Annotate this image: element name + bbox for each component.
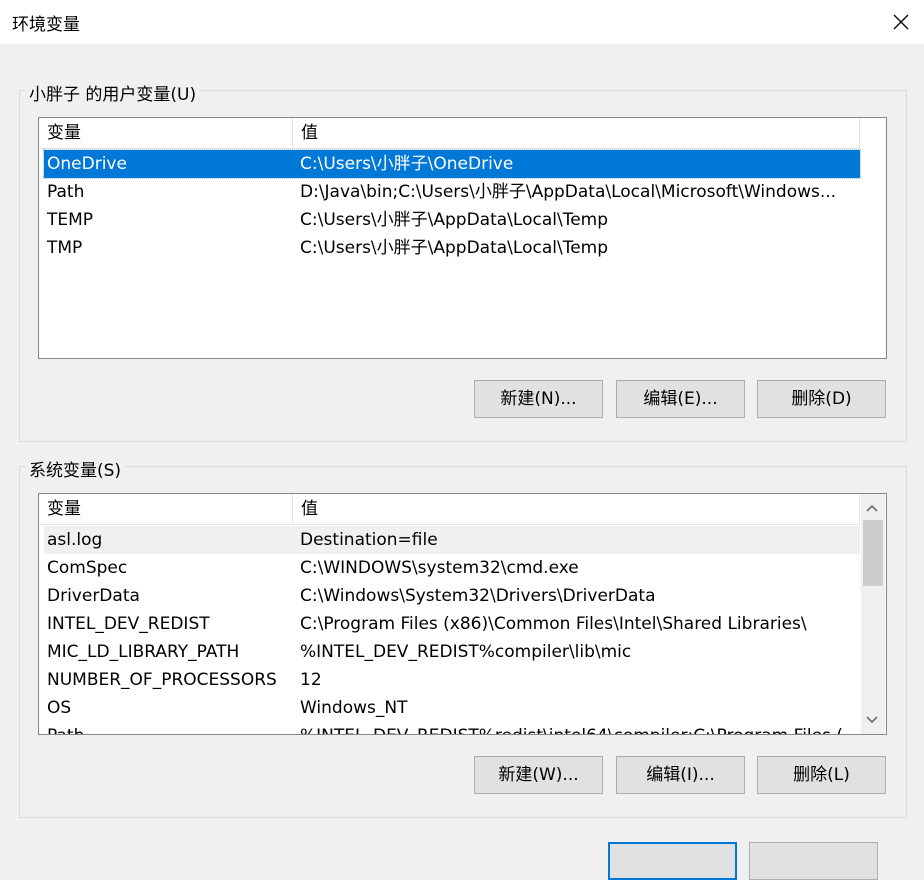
- user-new-button[interactable]: 新建(N)...: [474, 380, 603, 418]
- list-item[interactable]: OS Windows_NT: [44, 694, 860, 722]
- list-item[interactable]: asl.log Destination=file: [44, 526, 860, 554]
- scroll-down-button[interactable]: [861, 708, 883, 732]
- vertical-scrollbar[interactable]: [861, 494, 885, 734]
- window-title: 环境变量: [12, 15, 80, 35]
- scroll-up-button[interactable]: [861, 496, 883, 520]
- system-edit-button[interactable]: 编辑(I)...: [616, 756, 745, 794]
- chevron-down-icon: [866, 716, 878, 724]
- list-item[interactable]: TMP C:\Users\小胖子\AppData\Local\Temp: [44, 234, 860, 262]
- variable-name: Path: [47, 722, 84, 734]
- list-header: 变量 值: [39, 494, 860, 525]
- variable-value: D:\Java\bin;C:\Users\小胖子\AppData\Local\M…: [300, 182, 837, 202]
- close-button[interactable]: [878, 0, 924, 44]
- variable-name: OneDrive: [47, 154, 127, 174]
- header-variable[interactable]: 变量: [39, 494, 293, 524]
- list-item[interactable]: Path D:\Java\bin;C:\Users\小胖子\AppData\Loc…: [44, 178, 860, 206]
- variable-name: Path: [47, 182, 85, 202]
- list-item[interactable]: NUMBER_OF_PROCESSORS 12: [44, 666, 860, 694]
- variable-value: %INTEL_DEV_REDIST%compiler\lib\mic: [300, 642, 632, 662]
- header-variable[interactable]: 变量: [39, 118, 293, 148]
- variable-value: Destination=file: [300, 530, 438, 550]
- close-icon: [893, 14, 909, 30]
- variable-name: TMP: [47, 238, 83, 258]
- list-header: 变量 值: [39, 118, 860, 149]
- header-value[interactable]: 值: [293, 118, 860, 148]
- list-item[interactable]: Path %INTEL_DEV_REDIST%redist\intel64\com…: [44, 722, 860, 734]
- system-variables-legend: 系统变量(S): [25, 456, 126, 481]
- scroll-thumb[interactable]: [863, 520, 883, 586]
- list-item[interactable]: INTEL_DEV_REDIST C:\Program Files (x86)\C…: [44, 610, 860, 638]
- variable-name: OS: [47, 698, 72, 718]
- variable-value: Windows_NT: [300, 698, 408, 718]
- variable-value: C:\Users\小胖子\OneDrive: [300, 154, 514, 174]
- list-item[interactable]: MIC_LD_LIBRARY_PATH %INTEL_DEV_REDIST%com…: [44, 638, 860, 666]
- variable-value: C:\WINDOWS\system32\cmd.exe: [300, 558, 579, 578]
- list-item[interactable]: DriverData C:\Windows\System32\Drivers\Dr…: [44, 582, 860, 610]
- list-item[interactable]: TEMP C:\Users\小胖子\AppData\Local\Temp: [44, 206, 860, 234]
- variable-value: C:\Program Files (x86)\Common Files\Inte…: [300, 614, 807, 634]
- variable-name: asl.log: [47, 530, 103, 550]
- variable-name: TEMP: [47, 210, 94, 230]
- variable-value: %INTEL_DEV_REDIST%redist\intel64\compile…: [300, 722, 843, 734]
- variable-name: MIC_LD_LIBRARY_PATH: [47, 642, 240, 662]
- system-new-button[interactable]: 新建(W)...: [474, 756, 603, 794]
- header-value[interactable]: 值: [293, 494, 860, 524]
- title-bar: 环境变量: [0, 0, 924, 44]
- user-variables-legend: 小胖子 的用户变量(U): [25, 80, 201, 105]
- system-delete-button[interactable]: 删除(L): [757, 756, 886, 794]
- user-variables-list[interactable]: 变量 值 OneDrive C:\Users\小胖子\OneDrive Path D:…: [38, 117, 887, 359]
- variable-value: C:\Users\小胖子\AppData\Local\Temp: [300, 210, 609, 230]
- user-edit-button[interactable]: 编辑(E)...: [616, 380, 745, 418]
- variable-name: NUMBER_OF_PROCESSORS: [47, 670, 277, 690]
- system-variables-list[interactable]: 变量 值 asl.log Destination=file ComSpec C:\WI…: [38, 493, 887, 735]
- variable-value: 12: [300, 670, 322, 690]
- variable-name: ComSpec: [47, 558, 128, 578]
- list-item[interactable]: OneDrive C:\Users\小胖子\OneDrive: [43, 149, 861, 179]
- chevron-up-icon: [866, 504, 878, 512]
- list-item[interactable]: ComSpec C:\WINDOWS\system32\cmd.exe: [44, 554, 860, 582]
- variable-name: DriverData: [47, 586, 140, 606]
- variable-value: C:\Users\小胖子\AppData\Local\Temp: [300, 238, 609, 258]
- variable-value: C:\Windows\System32\Drivers\DriverData: [300, 586, 656, 606]
- user-delete-button[interactable]: 删除(D): [757, 380, 886, 418]
- variable-name: INTEL_DEV_REDIST: [47, 614, 210, 634]
